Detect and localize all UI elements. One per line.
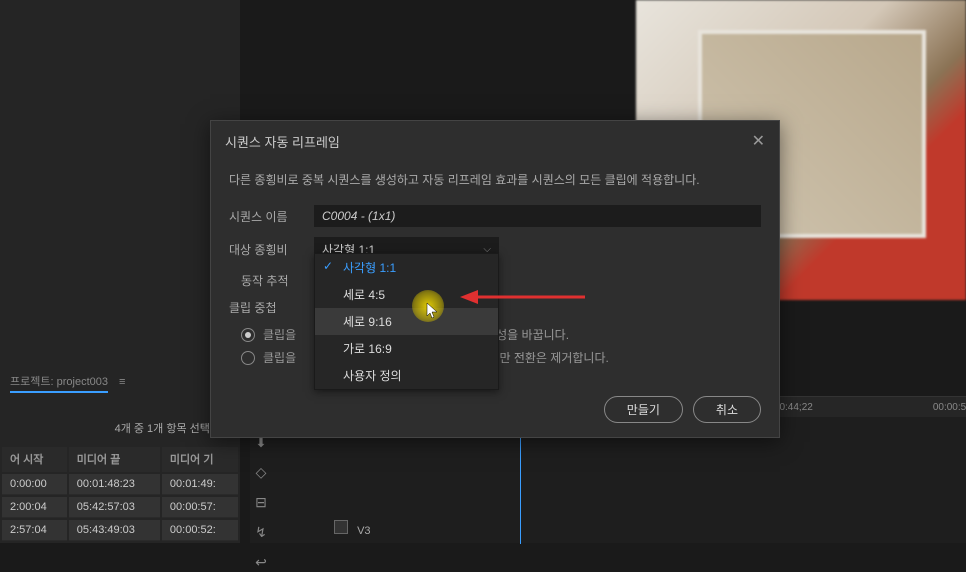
seq-name-input[interactable] — [314, 205, 761, 227]
option-horizontal-169[interactable]: 가로 16:9 — [315, 335, 498, 362]
track-v3[interactable]: V3 — [334, 520, 371, 537]
create-button[interactable]: 만들기 — [604, 396, 683, 423]
track-toggle-icon[interactable] — [334, 520, 348, 534]
media-table: 어 시작 미디어 끝 미디어 기 0:00:00 00:01:48:23 00:… — [0, 445, 240, 543]
dialog-title: 시퀀스 자동 리프레임 — [225, 132, 340, 151]
clip-nest-label: 클립 중첩 — [229, 299, 314, 316]
col-end[interactable]: 미디어 끝 — [69, 447, 160, 472]
table-row[interactable]: 2:57:04 05:43:49:03 00:00:52: — [2, 520, 238, 541]
dialog-description: 다른 종횡비로 중복 시퀀스를 생성하고 자동 리프레임 효과를 시퀀스의 모든… — [229, 171, 761, 189]
table-row[interactable]: 2:00:04 05:42:57:03 00:00:57: — [2, 497, 238, 518]
seq-name-label: 시퀀스 이름 — [229, 208, 314, 225]
close-icon[interactable]: ✕ — [752, 131, 765, 151]
table-row[interactable]: 0:00:00 00:01:48:23 00:01:49: — [2, 474, 238, 495]
annotation-arrow — [460, 282, 590, 312]
motion-label: 동작 추적 — [229, 272, 314, 289]
col-duration[interactable]: 미디어 기 — [162, 447, 238, 472]
cancel-button[interactable]: 취소 — [693, 396, 761, 423]
radio-icon — [241, 351, 255, 365]
aspect-dropdown-menu: 사각형 1:1 세로 4:5 세로 9:16 가로 16:9 사용자 정의 — [314, 253, 499, 390]
project-panel-header: 프로젝트: project003 ≡ — [0, 370, 240, 396]
table-header-row: 어 시작 미디어 끝 미디어 기 — [2, 447, 238, 472]
dialog-titlebar: 시퀀스 자동 리프레임 ✕ — [211, 121, 779, 161]
wrench-icon[interactable]: ↩ — [252, 554, 270, 572]
option-custom[interactable]: 사용자 정의 — [315, 362, 498, 389]
aspect-label: 대상 종횡비 — [229, 241, 314, 258]
option-vertical-916[interactable]: 세로 9:16 — [315, 308, 498, 335]
option-square[interactable]: 사각형 1:1 — [315, 254, 498, 281]
link-icon[interactable]: ◇ — [252, 464, 270, 482]
selection-count: 4개 중 1개 항목 선택함 — [0, 420, 220, 436]
settings-icon[interactable]: ↯ — [252, 524, 270, 542]
cursor-icon — [426, 302, 440, 323]
marker-icon[interactable]: ⊟ — [252, 494, 270, 512]
col-start[interactable]: 어 시작 — [2, 447, 67, 472]
auto-reframe-dialog: 시퀀스 자동 리프레임 ✕ 다른 종횡비로 중복 시퀀스를 생성하고 자동 리프… — [210, 120, 780, 438]
project-tab[interactable]: 프로젝트: project003 — [10, 373, 108, 393]
radio-icon — [241, 328, 255, 342]
